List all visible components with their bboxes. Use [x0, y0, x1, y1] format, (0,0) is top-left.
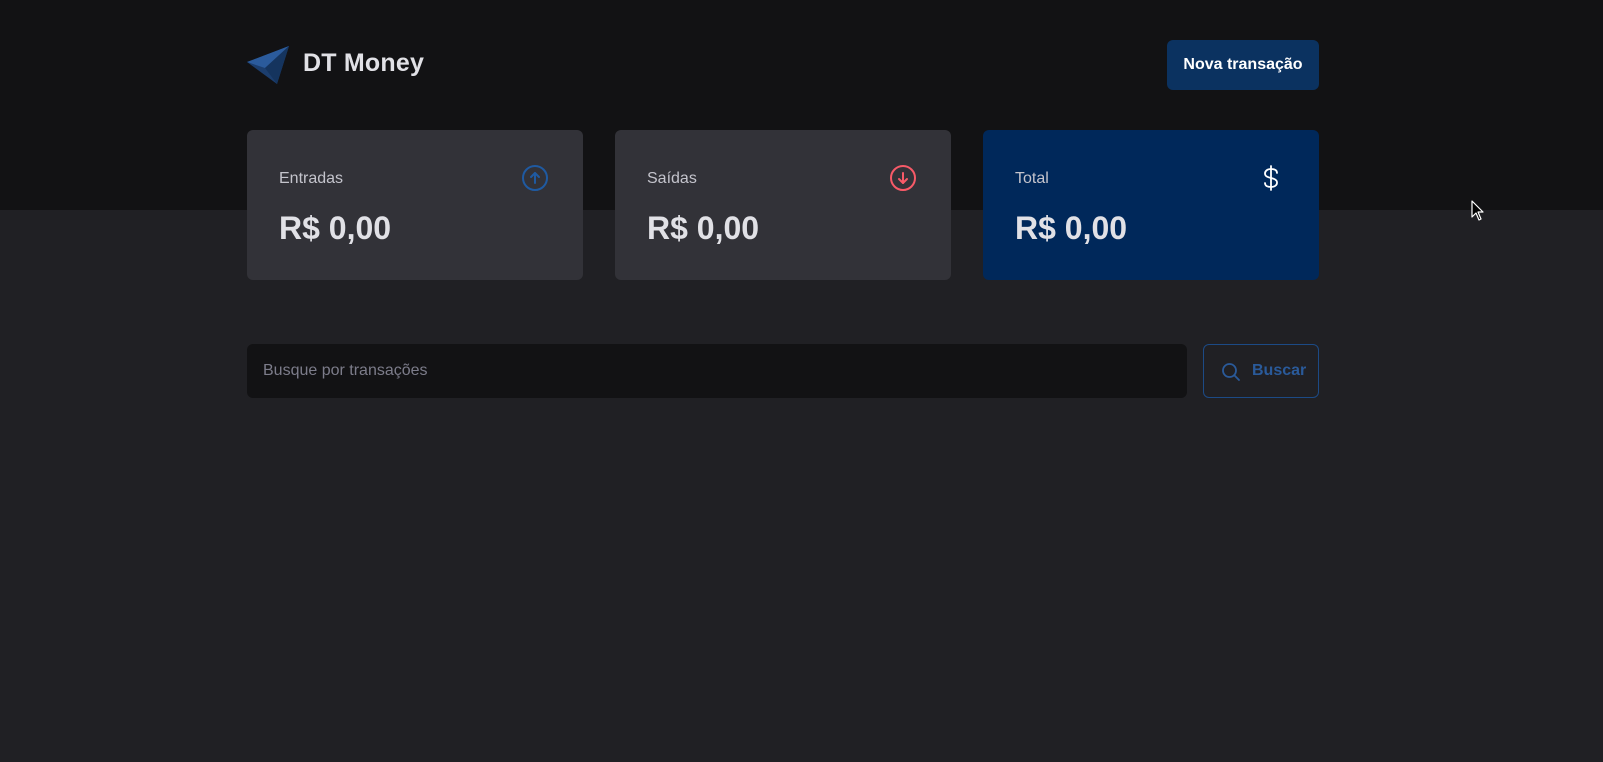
- search-icon: [1222, 363, 1240, 381]
- currency-dollar-icon: [1264, 165, 1278, 191]
- summary-card-total: Total R$ 0,00: [983, 130, 1319, 280]
- search-form: Buscar: [247, 344, 1319, 398]
- new-transaction-button[interactable]: Nova transação: [1167, 40, 1319, 90]
- outcome-title: Saídas: [647, 170, 697, 187]
- arrow-circle-down-icon: [890, 165, 916, 191]
- logo-icon: [247, 46, 289, 84]
- mouse-cursor-icon: [1471, 200, 1484, 221]
- arrow-circle-up-icon: [522, 165, 548, 191]
- total-value: R$ 0,00: [1015, 210, 1128, 246]
- app-header: DT Money Nova transação: [247, 40, 1319, 90]
- summary-card-outcome: Saídas R$ 0,00: [615, 130, 951, 280]
- income-title: Entradas: [279, 170, 344, 187]
- summary-card-income: Entradas R$ 0,00: [247, 130, 583, 280]
- app-title: DT Money: [303, 49, 425, 77]
- outcome-value: R$ 0,00: [647, 210, 760, 246]
- income-value: R$ 0,00: [279, 210, 392, 246]
- search-button[interactable]: Buscar: [1203, 344, 1319, 398]
- search-input[interactable]: [247, 344, 1187, 398]
- search-button-label: Buscar: [1252, 362, 1307, 379]
- total-title: Total: [1015, 170, 1049, 187]
- summary-cards: Entradas R$ 0,00 Saídas R$ 0,00 Total R$…: [247, 130, 1319, 280]
